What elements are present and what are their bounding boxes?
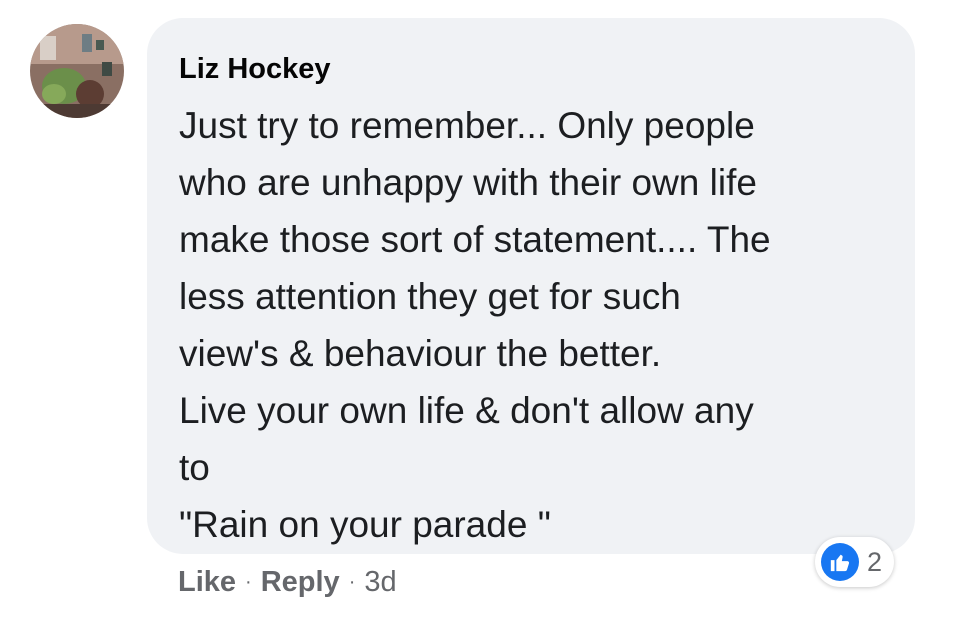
comment-text-line: less attention they get for such bbox=[179, 276, 681, 317]
comment-text-line: "Rain on your parade " bbox=[179, 504, 551, 545]
comment-text-line: view's & behaviour the better. bbox=[179, 333, 662, 374]
reaction-count: 2 bbox=[867, 546, 883, 577]
comment-actions: Like · Reply · 3d bbox=[178, 566, 397, 599]
reaction-summary[interactable]: 2 bbox=[815, 537, 895, 587]
avatar-photo bbox=[30, 24, 124, 118]
comment-text-line: make those sort of statement.... The bbox=[179, 219, 771, 260]
comment-bubble: Liz Hockey Just try to remember... Only … bbox=[147, 18, 915, 554]
comment-timestamp[interactable]: 3d bbox=[364, 566, 396, 599]
avatar[interactable] bbox=[30, 24, 124, 118]
thumbs-up-icon bbox=[821, 543, 859, 581]
reply-button[interactable]: Reply bbox=[261, 566, 340, 599]
comment-text-line: to bbox=[179, 447, 210, 488]
separator-dot: · bbox=[348, 571, 356, 593]
like-button[interactable]: Like bbox=[178, 566, 236, 599]
comment-text-line: Just try to remember... Only people bbox=[179, 105, 755, 146]
comment-author-name[interactable]: Liz Hockey bbox=[179, 51, 331, 87]
separator-dot: · bbox=[245, 571, 252, 593]
comment-text-line: Live your own life & don't allow any bbox=[179, 390, 754, 431]
comment-text-line: who are unhappy with their own life bbox=[179, 162, 757, 203]
comment-text: Just try to remember... Only people who … bbox=[179, 97, 883, 553]
